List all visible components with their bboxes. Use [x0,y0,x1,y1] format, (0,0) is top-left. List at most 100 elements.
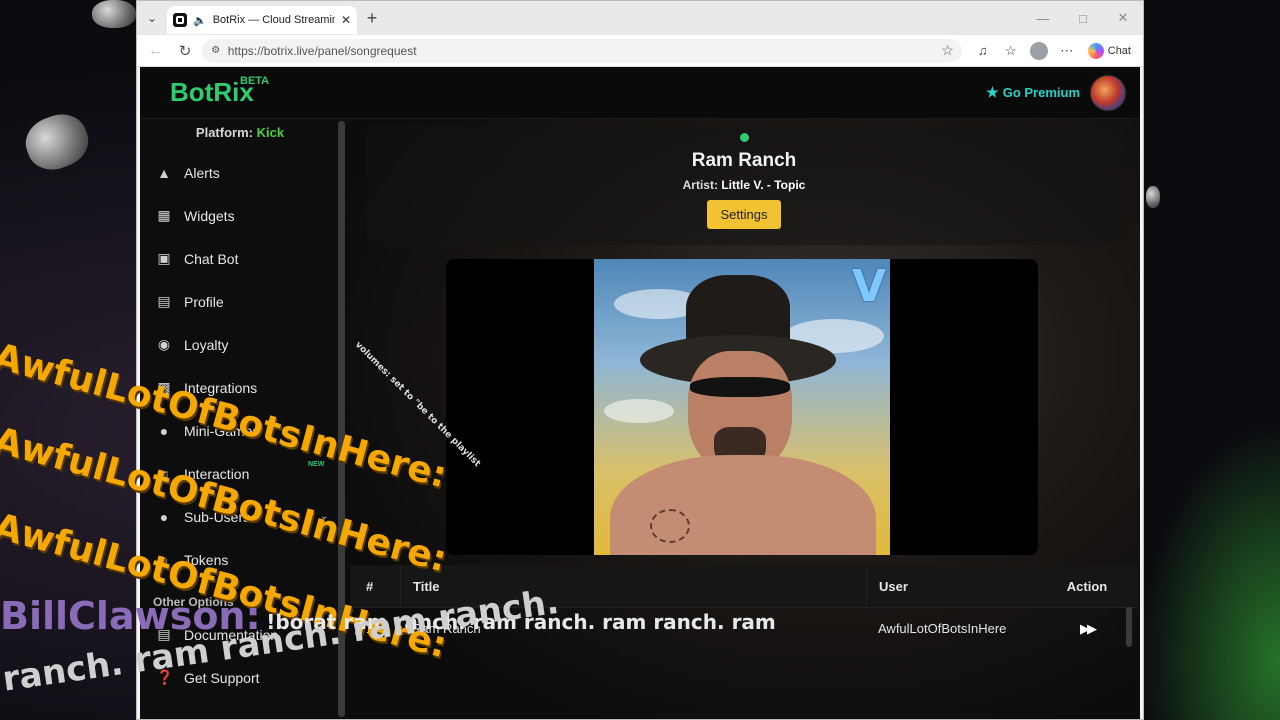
sidebar-item-label: Integrations [184,379,258,396]
speaker-icon[interactable]: 🔈 [193,14,207,27]
music-icon: ♫ [158,465,170,482]
sidebar-scrollbar[interactable] [338,121,345,717]
sidebar-item-chat-bot[interactable]: ▣ Chat Bot [140,237,340,280]
puzzle-icon: ▩ [157,379,171,395]
header-num: # [366,578,374,594]
header-user: User [866,565,1036,607]
tab-title: BotRix — Cloud Streaming Bo [212,14,335,26]
users-icon: ● [159,508,169,525]
browser-toolbar: ♫ ☆ ⋯ Chat [970,38,1137,64]
book-icon: ▤ [157,626,171,642]
sidebar-item-tokens[interactable]: ○ Tokens [140,538,340,581]
favorites-icon[interactable]: ☆ [998,38,1024,64]
playing-status-dot [739,133,749,142]
settings-button[interactable]: Settings [706,200,782,229]
url-text: https://botrix.live/panel/songrequest [227,43,417,58]
row-num: 1 [366,621,374,636]
window-close-icon[interactable]: ✕ [1103,1,1143,35]
key-icon: ○ [159,551,169,568]
chat-label: Chat [1107,44,1131,57]
brand-logo[interactable]: BotRix BETA [170,75,269,108]
header-action: Action [1066,578,1108,594]
skip-forward-icon[interactable]: ▶▶ [1080,621,1097,636]
minimize-icon[interactable]: — [1023,1,1063,35]
refresh-icon[interactable]: ↻ [172,38,197,64]
sidebar-item-label: Get Support [184,669,260,686]
sidebar-item-sub-users[interactable]: ● Sub-Users ⌄ [140,495,340,538]
copilot-icon [1087,42,1104,59]
sidebar-item-loyalty[interactable]: ◉ Loyalty [140,323,340,366]
sidebar-item-label: Mini-Games [184,422,260,439]
sidebar-item-alerts[interactable]: ▲ Alerts [140,151,340,194]
header-title: Title [400,565,866,607]
more-icon[interactable]: ⋯ [1054,38,1080,64]
trophy-icon: ◉ [157,336,171,352]
row-title: Ram Ranch [412,621,481,636]
row-user: AwfulLotOfBotsInHere [878,621,1007,636]
premium-label: Go Premium [1002,85,1080,100]
tab-actions-icon[interactable]: ⌄ [137,1,167,35]
sidebar-item-label: Interaction [184,465,250,482]
table-row: 1 Ram Ranch AwfulLotOfBotsInHere ▶▶ [350,607,1138,649]
sidebar-item-label: Alerts [184,164,220,181]
sidebar-item-get-support[interactable]: ❓ Get Support [140,656,340,699]
header-actions: ★ Go Premium [986,74,1126,111]
desktop-glow [1140,420,1280,720]
question-icon: ❓ [156,669,174,685]
sidebar-item-label: Widgets [184,207,235,224]
url-field[interactable]: ⚙ https://botrix.live/panel/songrequest … [201,38,962,63]
artist-label: Artist: [682,178,718,192]
chevron-down-icon: ⌄ [320,511,329,522]
close-icon[interactable]: ✕ [341,13,351,27]
warning-icon: ▲ [157,164,171,181]
address-bar: ← ↻ ⚙ https://botrix.live/panel/songrequ… [137,35,1143,67]
browser-tab[interactable]: 🔈 BotRix — Cloud Streaming Bo ✕ [167,6,357,34]
desktop-asteroid [18,106,96,178]
desktop-asteroid [92,0,136,28]
desktop-asteroid [1146,186,1160,208]
video-thumbnail: V [594,259,890,555]
new-badge: NEW [308,461,325,468]
song-request-panel: Ram Ranch Artist: Little V. - Topic Sett… [350,119,1140,719]
table-header: # Title User Action [350,565,1138,607]
sidebar-item-label: Documentation [184,626,279,643]
back-icon[interactable]: ← [143,38,168,64]
copilot-chat-button[interactable]: Chat [1082,42,1137,59]
profile-icon[interactable] [1026,38,1052,64]
sidebar-item-label: Chat Bot [184,250,239,267]
sidebar-item-label: Profile [184,293,224,310]
sidebar-item-documentation[interactable]: ▤ Documentation [140,613,340,656]
maximize-icon[interactable]: □ [1063,1,1103,35]
queue-scrollbar[interactable] [1126,607,1132,647]
go-premium-button[interactable]: ★ Go Premium [986,84,1080,101]
song-artist: Artist: Little V. - Topic [366,178,1122,192]
star-icon: ★ [986,84,999,100]
sidebar-item-label: Loyalty [184,336,229,353]
sidebar-item-widgets[interactable]: ▦ Widgets [140,194,340,237]
read-aloud-icon[interactable]: ♫ [970,38,996,64]
artist-name: Little V. - Topic [721,178,806,192]
sidebar-item-integrations[interactable]: ▩ Integrations [140,366,340,409]
sidebar-item-interaction[interactable]: ♫ Interaction NEW [140,452,340,495]
sidebar-item-label: Tokens [184,551,229,568]
avatar[interactable] [1090,74,1126,111]
song-queue-table: # Title User Action 1 Ram Ranch AwfulLot… [350,565,1138,649]
botrix-favicon-icon [173,13,187,27]
now-playing-card: Ram Ranch Artist: Little V. - Topic Sett… [366,125,1122,245]
sidebar-item-label: Sub-Users [184,508,251,525]
platform-indicator: Platform: Kick [140,119,340,151]
app-header: BotRix BETA ★ Go Premium [140,67,1140,119]
platform-value: Kick [256,125,285,140]
window-controls: — □ ✕ [1023,1,1143,35]
sidebar-item-profile[interactable]: ▤ Profile [140,280,340,323]
favorite-star-icon[interactable]: ☆ [941,42,954,59]
robot-icon: ▣ [157,250,171,266]
row-action: ▶▶ [1036,621,1138,637]
site-info-icon[interactable]: ⚙ [210,45,222,57]
other-options-title: Other Options [153,595,234,609]
sidebar-item-mini-games[interactable]: ● Mini-Games [140,409,340,452]
new-tab-icon[interactable]: + [357,8,387,29]
video-player[interactable]: V [446,259,1038,555]
id-card-icon: ▤ [157,293,171,309]
gamepad-icon: ● [159,422,169,439]
